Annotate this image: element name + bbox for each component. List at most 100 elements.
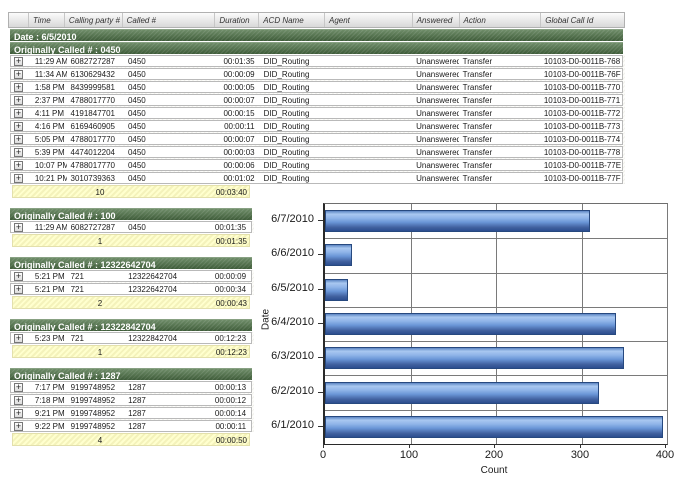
expand-cell: + xyxy=(11,69,31,79)
expand-row-button[interactable]: + xyxy=(14,383,23,392)
cell-duration: 00:00:34 xyxy=(211,284,251,294)
expand-row-button[interactable]: + xyxy=(14,122,23,131)
cell-called: 0450 xyxy=(124,173,216,183)
expand-row-button[interactable]: + xyxy=(14,334,23,343)
cell-time: 1:58 PM xyxy=(31,82,67,92)
cell-called: 1287 xyxy=(124,421,211,431)
group-block: Date : 6/5/2010Originally Called # : 045… xyxy=(8,29,625,198)
chart-x-tick xyxy=(580,444,581,448)
expand-row-button[interactable]: + xyxy=(14,272,23,281)
cell-duration: 00:00:09 xyxy=(216,69,260,79)
cell-global_id: 10103-D0-0011B-771 xyxy=(540,95,622,105)
expand-row-button[interactable]: + xyxy=(14,409,23,418)
cell-global_id: 10103-D0-0011B-772 xyxy=(540,108,622,118)
column-header-global_id: Global Call Id xyxy=(541,13,624,27)
expand-cell: + xyxy=(11,95,31,105)
chart-x-tick-label: 300 xyxy=(560,449,600,461)
cell-time: 10:07 PM xyxy=(31,160,67,170)
cell-calling: 721 xyxy=(67,284,125,294)
expand-row-button[interactable]: + xyxy=(14,148,23,157)
chart-bar xyxy=(325,416,663,438)
group-summary-row: 400:00:50 xyxy=(12,433,250,446)
expand-row-button[interactable]: + xyxy=(14,223,23,232)
cell-calling: 9199748952 xyxy=(67,395,125,405)
cell-calling: 4788017770 xyxy=(67,160,124,170)
expand-row-button[interactable]: + xyxy=(14,83,23,92)
cell-time: 5:21 PM xyxy=(31,284,67,294)
cell-calling: 721 xyxy=(67,271,125,281)
expand-row-button[interactable]: + xyxy=(14,57,23,66)
cell-duration: 00:00:12 xyxy=(211,395,251,405)
expand-row-button[interactable]: + xyxy=(14,109,23,118)
expand-row-button[interactable]: + xyxy=(14,96,23,105)
cell-agent xyxy=(325,82,412,92)
cell-action: Transfer xyxy=(459,82,540,92)
cell-answered: Unanswered xyxy=(412,69,459,79)
cell-agent xyxy=(325,160,412,170)
cell-global_id: 10103-D0-0011B-76F xyxy=(540,69,622,79)
cell-called: 0450 xyxy=(124,147,216,157)
column-header-duration: Duration xyxy=(215,13,259,27)
table-row: +5:21 PM7211232264270400:00:09 xyxy=(10,270,252,282)
column-header-called: Called # xyxy=(123,13,216,27)
cell-time: 2:37 PM xyxy=(31,95,67,105)
table-row: +9:22 PM9199748952128700:00:11 xyxy=(10,420,252,432)
group-rows: +5:23 PM7211232284270400:12:23 xyxy=(10,332,254,344)
cell-called: 0450 xyxy=(124,222,211,232)
chart-bar xyxy=(325,279,348,301)
cell-called: 12322642704 xyxy=(124,284,211,294)
cell-calling: 4191847701 xyxy=(67,108,124,118)
cell-acd: DID_Routing xyxy=(260,121,325,131)
chart-x-tick xyxy=(665,444,666,448)
summary-total-duration: 00:12:23 xyxy=(216,348,247,357)
cell-duration: 00:00:14 xyxy=(211,408,251,418)
chart-x-tick-label: 100 xyxy=(389,449,429,461)
cell-action: Transfer xyxy=(459,108,540,118)
cell-duration: 00:01:35 xyxy=(216,56,260,66)
cell-called: 0450 xyxy=(124,82,216,92)
cell-answered: Unanswered xyxy=(412,121,459,131)
expand-cell: + xyxy=(11,333,31,343)
summary-call-count: 10 xyxy=(85,188,115,197)
cell-global_id: 10103-D0-0011B-770 xyxy=(540,82,622,92)
expand-row-button[interactable]: + xyxy=(14,422,23,431)
expand-cell: + xyxy=(11,121,31,131)
cell-global_id: 10103-D0-0011B-774 xyxy=(540,134,622,144)
chart-plot-area xyxy=(323,203,668,445)
expand-row-button[interactable]: + xyxy=(14,285,23,294)
cell-called: 12322842704 xyxy=(124,333,211,343)
expand-row-button[interactable]: + xyxy=(14,161,23,170)
cell-action: Transfer xyxy=(459,95,540,105)
cell-time: 5:05 PM xyxy=(31,134,67,144)
cell-duration: 00:00:07 xyxy=(216,95,260,105)
expand-row-button[interactable]: + xyxy=(14,174,23,183)
table-row: +11:29 AM6082727287045000:01:35 xyxy=(10,221,252,233)
date-group-bar: Date : 6/5/2010 xyxy=(10,29,623,41)
group-header-bar: Originally Called # : 1287 xyxy=(10,368,252,380)
group-rows: +11:29 AM6082727287045000:01:35DID_Routi… xyxy=(10,55,625,184)
cell-calling: 6082727287 xyxy=(67,56,124,66)
expand-cell: + xyxy=(11,134,31,144)
chart-x-tick-label: 400 xyxy=(645,449,676,461)
expand-row-button[interactable]: + xyxy=(14,396,23,405)
cell-action: Transfer xyxy=(459,69,540,79)
call-report-page: TimeCalling party #Called #DurationACD N… xyxy=(0,0,676,485)
group-summary-row: 100:01:35 xyxy=(12,234,250,247)
table-row: +11:29 AM6082727287045000:01:35DID_Routi… xyxy=(10,55,623,67)
expand-cell: + xyxy=(11,108,31,118)
chart-bar xyxy=(325,382,599,404)
group-header-bar: Originally Called # : 12322842704 xyxy=(10,319,252,331)
cell-called: 1287 xyxy=(124,408,211,418)
cell-duration: 00:00:11 xyxy=(216,121,260,131)
cell-duration: 00:00:11 xyxy=(211,421,251,431)
cell-called: 0450 xyxy=(124,69,216,79)
expand-cell: + xyxy=(11,222,31,232)
expand-row-button[interactable]: + xyxy=(14,70,23,79)
chart-x-tick xyxy=(409,444,410,448)
cell-acd: DID_Routing xyxy=(260,147,325,157)
chart-x-tick-label: 0 xyxy=(303,449,343,461)
expand-row-button[interactable]: + xyxy=(14,135,23,144)
cell-answered: Unanswered xyxy=(412,82,459,92)
cell-time: 5:23 PM xyxy=(31,333,67,343)
expand-cell: + xyxy=(11,82,31,92)
